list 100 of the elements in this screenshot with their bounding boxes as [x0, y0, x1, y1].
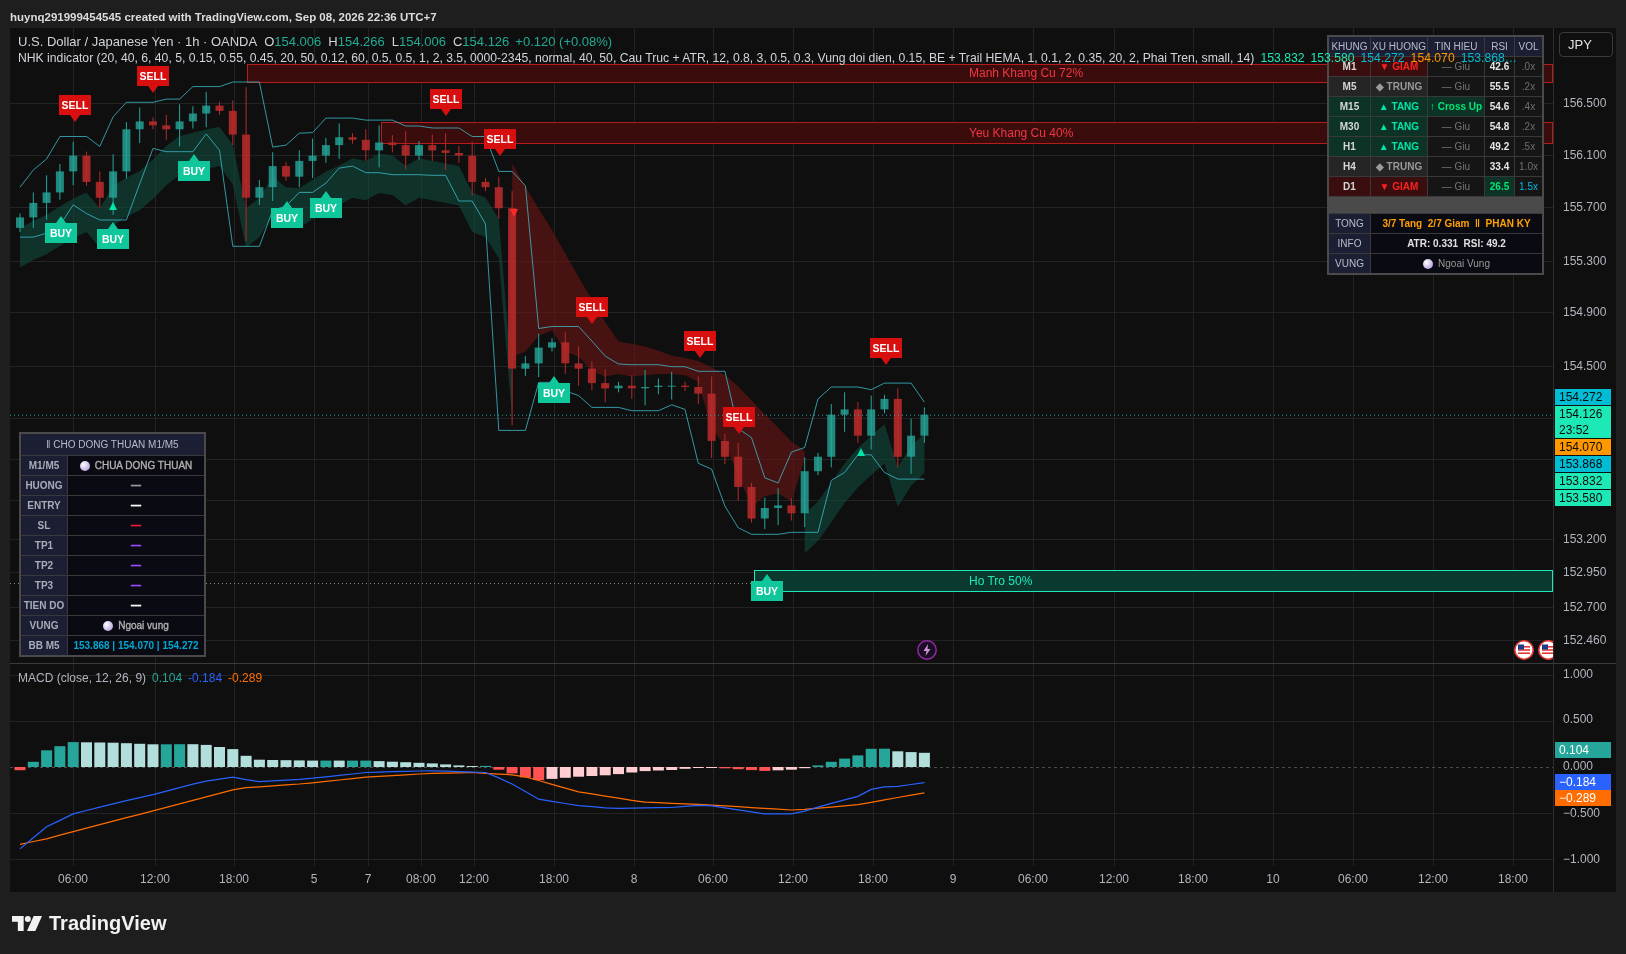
- rising-candle: [774, 487, 783, 526]
- falling-candle: [494, 176, 503, 220]
- table-cell: —: [68, 576, 204, 595]
- time-label: 12:00: [459, 872, 489, 886]
- buy-signal: BUY: [538, 376, 570, 403]
- price-label: 0.000: [1563, 759, 1594, 773]
- rising-candle: [188, 105, 197, 130]
- sell-signal: SELL: [137, 66, 169, 93]
- table-cell: .4x: [1515, 97, 1542, 116]
- price-label: 155.300: [1563, 254, 1607, 268]
- table-cell: 3/7 Tang 2/7 Giam ‖ PHAN KY: [1371, 214, 1542, 233]
- rising-candle: [42, 174, 51, 221]
- sell-signal: SELL: [484, 129, 516, 156]
- falling-candle: [587, 360, 596, 391]
- price-label: 154.900: [1563, 305, 1607, 319]
- falling-candle: [787, 497, 796, 521]
- falling-candle: [454, 145, 463, 164]
- row-label: ENTRY: [21, 496, 67, 515]
- falling-candle: [388, 134, 397, 153]
- indicator-value: 0.104: [152, 671, 183, 685]
- falling-candle: [441, 132, 450, 171]
- time-label: 06:00: [1018, 872, 1048, 886]
- falling-candle: [348, 132, 357, 145]
- sell-signal: SELL: [430, 89, 462, 116]
- falling-candle: [468, 141, 477, 197]
- price-label: 156.100: [1563, 148, 1607, 162]
- table-cell: .2x: [1515, 117, 1542, 136]
- table-cell: M30: [1329, 117, 1370, 136]
- time-label: 10: [1266, 872, 1280, 886]
- price-label: −0.500: [1563, 806, 1601, 820]
- table-cell: .0x: [1515, 57, 1542, 76]
- table-cell: ATR: 0.331 RSI: 49.2: [1371, 234, 1542, 253]
- rising-candle: [335, 122, 344, 160]
- flag-icon[interactable]: [1514, 640, 1534, 660]
- falling-candle: [95, 170, 104, 209]
- price-tag: 153.868: [1555, 456, 1611, 472]
- table-cell: —: [68, 596, 204, 615]
- table-cell: 1.5x: [1515, 177, 1542, 196]
- table-cell: — Giu: [1428, 77, 1484, 96]
- price-tag: 154.272: [1555, 389, 1611, 405]
- time-label: 06:00: [698, 872, 728, 886]
- price-label: −1.000: [1563, 852, 1601, 866]
- price-tag: 153.580: [1555, 490, 1611, 506]
- lightning-icon[interactable]: [917, 640, 937, 660]
- time-label: 18:00: [1178, 872, 1208, 886]
- rising-candle: [800, 456, 809, 528]
- price-label: 0.500: [1563, 712, 1594, 726]
- time-label: 12:00: [140, 872, 170, 886]
- time-label: 5: [310, 872, 318, 886]
- price-label: 152.700: [1563, 600, 1607, 614]
- rising-candle: [867, 395, 876, 450]
- flag-icon[interactable]: [1538, 640, 1553, 660]
- buy-signal: BUY: [97, 222, 129, 249]
- table-cell: 49.2: [1485, 137, 1514, 156]
- sell-signal: SELL: [684, 331, 716, 358]
- falling-candle: [627, 374, 636, 400]
- price-tag: 0.104: [1555, 742, 1611, 758]
- buy-signal: BUY: [45, 216, 77, 243]
- down-triangle-icon: [510, 209, 518, 217]
- falling-candle: [734, 442, 743, 502]
- table-cell: —: [68, 496, 204, 515]
- table-cell: .5x: [1515, 137, 1542, 156]
- status-text: CHUA DONG THUAN: [94, 460, 193, 471]
- time-label: 9: [949, 872, 957, 886]
- time-label: 12:00: [778, 872, 808, 886]
- ohlc-value: 154.126: [462, 34, 510, 49]
- zone-status-text: Ngoai Vung: [1438, 258, 1490, 269]
- logo-icon: [12, 915, 42, 931]
- rising-candle: [641, 369, 650, 406]
- ohlc-label: L: [391, 34, 399, 49]
- rising-candle: [827, 403, 836, 468]
- rising-candle: [55, 163, 64, 201]
- falling-candle: [361, 128, 370, 162]
- time-label: 08:00: [406, 872, 436, 886]
- price-tag: −0.184: [1555, 774, 1611, 790]
- author-credit-text: huynq291999454545 created with TradingView.com, Sep 08, 2026 22:36 UTC+7: [10, 11, 437, 23]
- rising-candle: [202, 91, 211, 128]
- ohlc-value: 154.006: [398, 34, 446, 49]
- table-cell: 54.6: [1485, 97, 1514, 116]
- table-cell: 55.5: [1485, 77, 1514, 96]
- currency-button[interactable]: JPY: [1559, 32, 1613, 57]
- table-cell: ▼ GIAM: [1371, 177, 1427, 196]
- table-cell: ▲ TANG: [1371, 137, 1427, 156]
- status-dot-icon: [79, 460, 90, 471]
- falling-candle: [561, 331, 570, 375]
- table-cell: M15: [1329, 97, 1370, 116]
- up-triangle-icon: [109, 202, 117, 210]
- rising-candle: [521, 355, 530, 377]
- status-text: Ngoai vung: [118, 620, 169, 631]
- falling-candle: [747, 482, 756, 523]
- rising-candle: [109, 153, 118, 216]
- ohlc-value: 154.266: [337, 34, 385, 49]
- sell-signal: SELL: [59, 95, 91, 122]
- time-label: 8: [630, 872, 638, 886]
- rising-candle: [840, 391, 849, 433]
- countdown-text: 23:52: [1559, 422, 1591, 438]
- table-cell: — Giu: [1428, 117, 1484, 136]
- time-label: 12:00: [1418, 872, 1448, 886]
- rising-candle: [175, 103, 184, 147]
- row-label: VUNG: [21, 616, 67, 635]
